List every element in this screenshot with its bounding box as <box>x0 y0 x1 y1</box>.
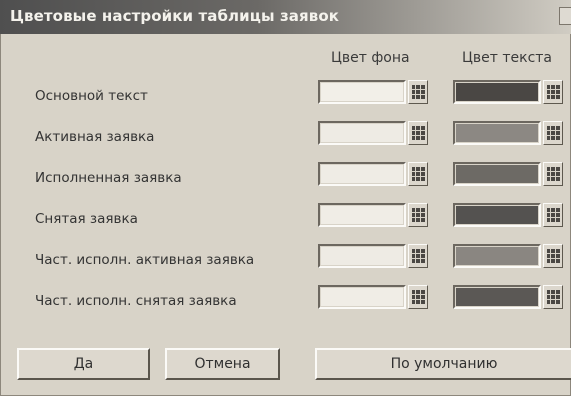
color-grid-icon <box>412 85 425 99</box>
color-fill <box>456 288 538 306</box>
text-color-picker-button[interactable] <box>543 80 563 104</box>
close-button[interactable] <box>559 7 571 25</box>
row-label: Активная заявка <box>35 129 155 145</box>
color-grid-icon <box>412 126 425 140</box>
color-grid-icon <box>547 208 560 222</box>
color-grid-icon <box>547 126 560 140</box>
color-grid-icon <box>412 208 425 222</box>
color-fill <box>321 124 403 142</box>
color-fill <box>456 83 538 101</box>
color-fill <box>456 247 538 265</box>
background-color-picker-button[interactable] <box>408 121 428 145</box>
column-header-text: Цвет текста <box>462 50 552 66</box>
background-color-swatch[interactable] <box>318 244 406 268</box>
color-fill <box>321 165 403 183</box>
color-fill <box>456 124 538 142</box>
column-header-background: Цвет фона <box>331 50 410 66</box>
ok-button[interactable]: Да <box>17 348 150 380</box>
row-label: Основной текст <box>35 88 148 104</box>
row-label: Част. исполн. активная заявка <box>35 252 255 268</box>
title-bar[interactable]: Цветовые настройки таблицы заявок <box>0 0 571 34</box>
background-color-swatch[interactable] <box>318 80 406 104</box>
default-button[interactable]: По умолчанию <box>315 348 571 380</box>
background-color-picker-button[interactable] <box>408 162 428 186</box>
text-color-picker-button[interactable] <box>543 162 563 186</box>
row-label: Снятая заявка <box>35 211 138 227</box>
color-fill <box>321 247 403 265</box>
background-color-swatch[interactable] <box>318 162 406 186</box>
text-color-swatch[interactable] <box>453 244 541 268</box>
color-grid-icon <box>547 167 560 181</box>
text-color-swatch[interactable] <box>453 121 541 145</box>
text-color-picker-button[interactable] <box>543 121 563 145</box>
color-fill <box>456 165 538 183</box>
background-color-picker-button[interactable] <box>408 203 428 227</box>
background-color-swatch[interactable] <box>318 121 406 145</box>
color-fill <box>321 83 403 101</box>
background-color-picker-button[interactable] <box>408 285 428 309</box>
text-color-picker-button[interactable] <box>543 285 563 309</box>
color-grid-icon <box>547 249 560 263</box>
text-color-swatch[interactable] <box>453 203 541 227</box>
color-grid-icon <box>412 167 425 181</box>
row-label: Част. исполн. снятая заявка <box>35 293 237 309</box>
background-color-swatch[interactable] <box>318 203 406 227</box>
color-settings-dialog: Цветовые настройки таблицы заявок Цвет ф… <box>0 0 571 396</box>
window-title: Цветовые настройки таблицы заявок <box>10 7 340 25</box>
background-color-picker-button[interactable] <box>408 80 428 104</box>
cancel-button[interactable]: Отмена <box>165 348 280 380</box>
text-color-swatch[interactable] <box>453 285 541 309</box>
row-label: Исполненная заявка <box>35 170 182 186</box>
text-color-swatch[interactable] <box>453 162 541 186</box>
color-fill <box>321 206 403 224</box>
color-grid-icon <box>412 290 425 304</box>
color-grid-icon <box>547 85 560 99</box>
color-grid-icon <box>412 249 425 263</box>
background-color-swatch[interactable] <box>318 285 406 309</box>
text-color-picker-button[interactable] <box>543 244 563 268</box>
text-color-swatch[interactable] <box>453 80 541 104</box>
text-color-picker-button[interactable] <box>543 203 563 227</box>
background-color-picker-button[interactable] <box>408 244 428 268</box>
color-fill <box>456 206 538 224</box>
color-fill <box>321 288 403 306</box>
color-grid-icon <box>547 290 560 304</box>
